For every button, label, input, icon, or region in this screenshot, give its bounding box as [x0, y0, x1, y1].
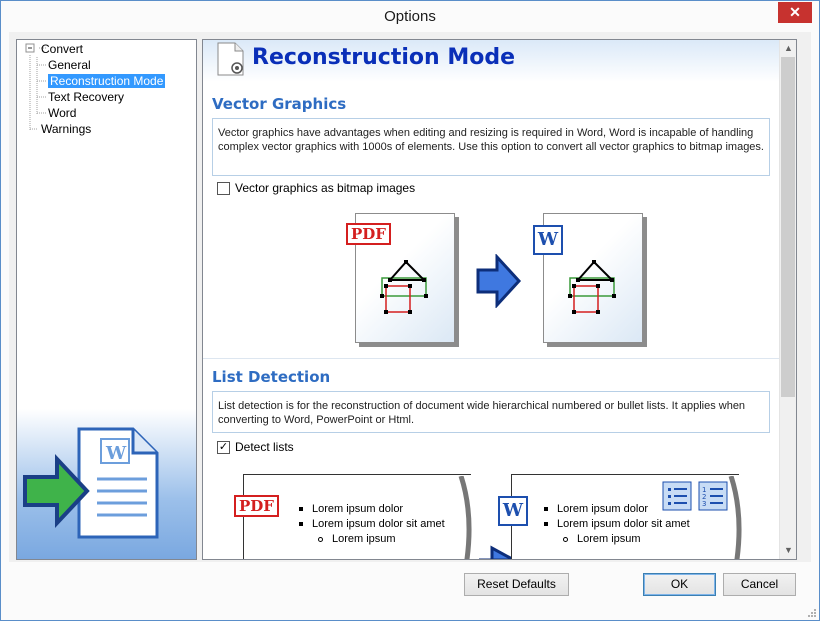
- word-badge: W: [533, 225, 563, 255]
- list-item: Lorem ipsum dolor: [544, 503, 648, 515]
- list-detection-description: List detection is for the reconstruction…: [212, 391, 770, 433]
- vector-shapes-illustration-output: [568, 260, 616, 314]
- pdf-to-word-convert-icon: W: [23, 427, 159, 539]
- options-tree: Convert General Reconstruction Mode Text…: [16, 39, 197, 560]
- vector-bitmap-option[interactable]: Vector graphics as bitmap images: [217, 181, 415, 195]
- convert-arrow-icon-list: [479, 545, 515, 559]
- tree-item-text-recovery[interactable]: Text Recovery: [48, 90, 124, 104]
- detect-lists-checkbox[interactable]: ✓: [217, 440, 230, 454]
- list-item: Lorem ipsum: [318, 533, 396, 545]
- page-curl-shape: [458, 476, 472, 559]
- tree-logo-background: W: [17, 409, 196, 559]
- tree-item-reconstruction-mode[interactable]: Reconstruction Mode: [48, 74, 166, 88]
- dialog-body: Convert General Reconstruction Mode Text…: [9, 32, 811, 562]
- ok-button[interactable]: OK: [643, 573, 716, 596]
- bullet-list-icon: [662, 481, 692, 511]
- tree-item-word[interactable]: Word: [48, 106, 76, 120]
- vector-graphics-description: Vector graphics have advantages when edi…: [212, 118, 770, 176]
- tree-item-convert[interactable]: Convert: [41, 42, 83, 56]
- close-button[interactable]: ✕: [778, 2, 812, 23]
- cancel-button[interactable]: Cancel: [723, 573, 796, 596]
- resize-grip-icon[interactable]: [807, 608, 817, 618]
- settings-page-icon: [217, 42, 244, 76]
- list-item: Lorem ipsum dolor sit amet: [299, 518, 445, 530]
- pdf-badge-list: PDF: [234, 495, 279, 517]
- detect-lists-label: Detect lists: [235, 440, 294, 454]
- tree-item-general[interactable]: General: [48, 58, 91, 72]
- vector-bitmap-checkbox[interactable]: [217, 181, 230, 195]
- numbered-list-icon: 1 2 3: [698, 481, 728, 511]
- word-badge-list: W: [498, 496, 528, 526]
- pdf-list-illustration: Lorem ipsum dolor Lorem ipsum dolor sit …: [243, 474, 471, 559]
- section-divider: [203, 358, 779, 359]
- options-window: Options ✕ Convert General Reconstruction…: [0, 0, 820, 621]
- numbered-marker: 3: [702, 500, 706, 508]
- svg-text:W: W: [105, 443, 127, 464]
- convert-arrow-icon: [476, 254, 522, 308]
- vector-graphics-heading: Vector Graphics: [212, 95, 347, 113]
- reset-defaults-button[interactable]: Reset Defaults: [464, 573, 569, 596]
- vertical-scrollbar[interactable]: ▲ ▼: [779, 40, 796, 559]
- title-bar[interactable]: Options ✕: [1, 1, 819, 32]
- page-title: Reconstruction Mode: [252, 45, 516, 70]
- detect-lists-option[interactable]: ✓ Detect lists: [217, 440, 294, 454]
- panel-header: Reconstruction Mode: [203, 40, 779, 82]
- scroll-down-button[interactable]: ▼: [780, 542, 796, 559]
- settings-panel: Reconstruction Mode Vector Graphics Vect…: [202, 39, 797, 560]
- pdf-badge: PDF: [346, 223, 391, 245]
- vector-shapes-illustration: [380, 260, 428, 314]
- tree-item-warnings[interactable]: Warnings: [41, 122, 91, 136]
- scroll-thumb[interactable]: [781, 57, 795, 397]
- list-item: Lorem ipsum: [563, 533, 641, 545]
- scroll-up-button[interactable]: ▲: [780, 40, 796, 57]
- list-item: Lorem ipsum dolor: [299, 503, 403, 515]
- list-detection-heading: List Detection: [212, 368, 331, 386]
- list-item: Lorem ipsum dolor sit amet: [544, 518, 690, 530]
- window-title: Options: [384, 8, 436, 25]
- page-curl-shape-output: [728, 476, 742, 559]
- word-list-illustration: Lorem ipsum dolor Lorem ipsum dolor sit …: [511, 474, 739, 559]
- vector-bitmap-label: Vector graphics as bitmap images: [235, 181, 416, 195]
